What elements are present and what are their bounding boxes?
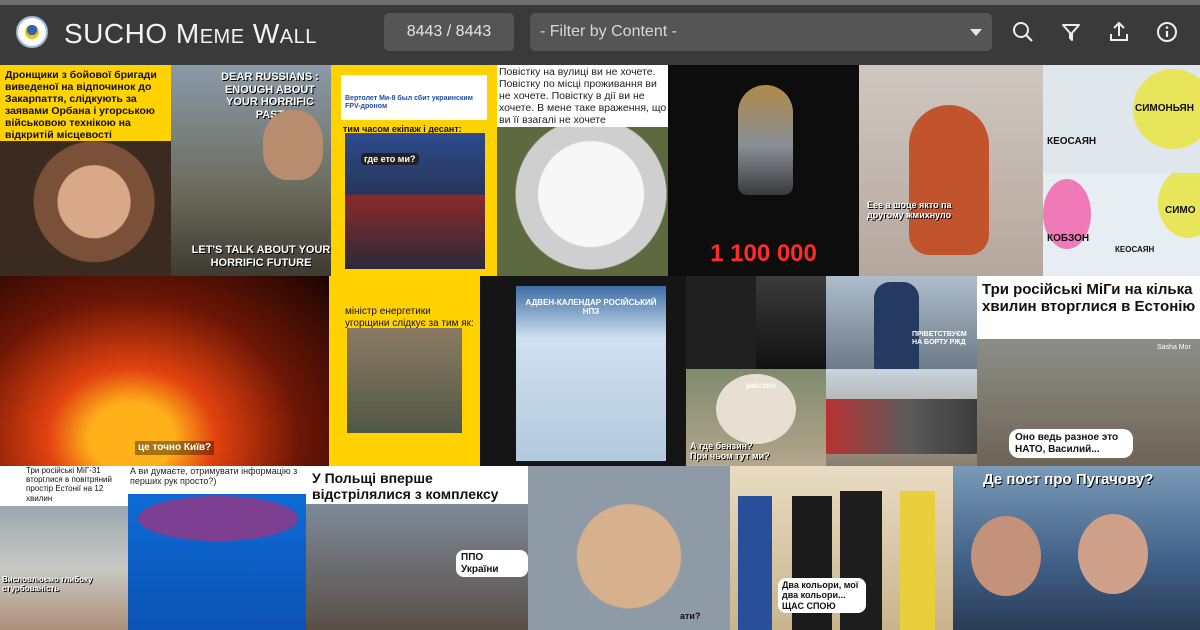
bubble-label-5: СИМО [1165, 205, 1196, 216]
person-image [1078, 514, 1148, 594]
meme-patriot[interactable]: У Польщі вперше відстрілялися з комплекс… [306, 466, 528, 630]
meme-sheep[interactable]: раісяне А где бензин? При чьом тут ми? [686, 369, 826, 466]
meme-caption: А где бензин? При чьом тут ми? [690, 441, 770, 462]
meme-caption-bottom: LET'S TALK ABOUT YOUR HORRIFIC FUTURE [191, 244, 331, 269]
meme-caption-bottom: Висловлюємо глибоку стурбованість [2, 575, 93, 594]
bubble-label-4: КЕОСАЯН [1115, 245, 1155, 254]
meme-simonyan-keosayan[interactable]: СИМОНЬЯН КЕОСАЯН [1043, 65, 1200, 173]
calendar-title: АДВЕН-КАЛЕНДАР РОСІЙСЬКИЙ НПЗ [525, 298, 657, 317]
author-label: Sasha Mor [1157, 344, 1191, 351]
meme-caption: це точно Київ? [135, 441, 215, 455]
meme-image [909, 105, 989, 255]
news-card: Вертолет Ми-8 был сбит украинским FPV-др… [341, 75, 487, 120]
bubble-label-2: КЕОСАЯН [1047, 136, 1097, 147]
meme-image [826, 399, 977, 454]
meme-image [0, 506, 128, 630]
meme-rzhd-conductor[interactable]: ПРІВЕТСТВУЄМ НА БОРТУ РЖД [826, 276, 977, 369]
meme-kobzon-keosayan[interactable]: КОБЗОН КЕОСАЯН СИМО [1043, 173, 1200, 276]
meme-train-wreck[interactable] [826, 369, 977, 466]
meme-mig31-estonia[interactable]: Три російські МіГ-31 вторглися в повітря… [0, 466, 128, 630]
meme-energy-minister[interactable]: міністр енергетики угорщини слідкує за т… [329, 276, 480, 466]
meme-muppet[interactable]: Еее а шоце якто па другому жмихнуло [859, 65, 1043, 276]
hat-image [138, 496, 298, 541]
meme-image [756, 276, 826, 369]
meme-dear-russians[interactable]: DEAR RUSSIANS : ENOUGH ABOUT YOUR HORRIF… [171, 65, 331, 276]
figure [900, 491, 935, 630]
meme-frodo-drones[interactable]: Дронщики з бойової бригади виведеної на … [0, 65, 171, 276]
meme-caption: Три російські МіГ-31 вторглися в повітря… [26, 466, 112, 503]
meme-caption-top: DEAR RUSSIANS : ENOUGH ABOUT YOUR HORRIF… [221, 71, 319, 121]
meme-number: 1 100 000 [710, 240, 817, 267]
meme-caption: Еее а шоце якто па другому жмихнуло [867, 200, 952, 221]
meme-caption: Дронщики з бойової бригади виведеної на … [5, 69, 157, 142]
meme-image [738, 85, 793, 195]
speech-bubble: ППО України [456, 550, 528, 577]
search-icon[interactable] [1008, 17, 1038, 47]
meme-caption: А ви думаєте, отримувати інформацію з пе… [130, 466, 298, 487]
meme-image [497, 127, 668, 276]
meme-helicopter-choir[interactable]: Вертолет Ми-8 был сбит украинским FPV-др… [331, 65, 497, 276]
sucho-logo[interactable] [16, 16, 48, 48]
chevron-down-icon [970, 29, 982, 36]
meme-meat-grinder[interactable]: 1 100 000 [668, 65, 859, 276]
meme-cat-povistka[interactable]: Повістку на вулиці ви не хочете. Повістк… [497, 65, 668, 276]
meme-pugachova[interactable]: Де пост про Пугачову? [953, 466, 1200, 630]
meme-title: Три російські МіГи на кілька хвилин втор… [982, 281, 1196, 316]
sheep-label: раісяне [746, 381, 776, 390]
meme-advent-calendar[interactable]: АДВЕН-КАЛЕНДАР РОСІЙСЬКИЙ НПЗ [480, 276, 686, 466]
meme-migs-estonia[interactable]: Три російські МіГи на кілька хвилин втор… [977, 276, 1200, 466]
meme-caption: Повістку на вулиці ви не хочете. Повістк… [499, 66, 667, 127]
meme-image [0, 141, 171, 276]
meme-image [347, 328, 462, 433]
app-title: SUCHO Meme Wall [64, 18, 317, 49]
meme-counter: 8443 / 8443 [384, 13, 514, 51]
filter-label: - Filter by Content - [540, 23, 677, 40]
top-bar: SUCHO Meme Wall 8443 / 8443 - Filter by … [0, 0, 1200, 65]
info-icon[interactable] [1152, 17, 1182, 47]
meme-caption: ПРІВЕТСТВУЄМ НА БОРТУ РЖД [912, 331, 967, 347]
bubble-label-1: СИМОНЬЯН [1135, 103, 1194, 114]
upload-icon[interactable] [1104, 17, 1134, 47]
meme-purple-hat[interactable]: А ви думаєте, отримувати інформацію з пе… [128, 466, 306, 630]
person-image [971, 516, 1041, 596]
bubble-label-3: КОБЗОН [1047, 233, 1090, 244]
meme-royals[interactable]: Два кольори, мої два кольори... ЩАС СПОЮ [730, 466, 953, 630]
meme-chihuahua[interactable]: ати? [528, 466, 730, 630]
meme-caption: ати? [680, 611, 701, 621]
meme-volcano[interactable]: це точно Київ? [0, 276, 329, 466]
filter-icon[interactable] [1056, 17, 1086, 47]
content-filter-select[interactable]: - Filter by Content - [530, 13, 992, 51]
meme-image [874, 282, 919, 369]
speech-bubble: Оно ведь разное это НАТО, Василий... [1009, 429, 1133, 458]
figure [738, 496, 772, 630]
meme-caption: міністр енергетики угорщини слідкує за т… [345, 306, 474, 329]
meme-title: Де пост про Пугачову? [983, 471, 1154, 488]
speech-bubble: Два кольори, мої два кольори... ЩАС СПОЮ [778, 578, 866, 614]
speech-bubble: где ето ми? [361, 153, 419, 166]
meme-night-strike[interactable] [686, 276, 826, 369]
news-headline: Вертолет Ми-8 был сбит украинским FPV-др… [345, 95, 473, 111]
meme-image [263, 110, 323, 180]
